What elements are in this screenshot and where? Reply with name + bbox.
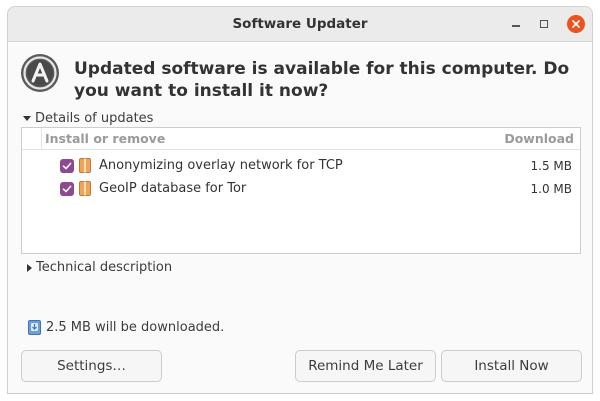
- details-expander[interactable]: Details of updates: [23, 111, 153, 126]
- minimize-button[interactable]: [506, 14, 526, 34]
- checkmark-icon: [62, 185, 72, 193]
- maximize-button[interactable]: [534, 14, 554, 34]
- list-item[interactable]: GeoIP database for Tor 1.0 MB: [22, 179, 580, 201]
- software-updater-window: Software Updater Updated software is ava…: [7, 6, 593, 394]
- install-now-button[interactable]: Install Now: [441, 350, 582, 382]
- title-bar[interactable]: Software Updater: [8, 7, 592, 42]
- technical-description-expander[interactable]: Technical description: [25, 260, 172, 275]
- minimize-icon: [512, 25, 520, 27]
- updates-list[interactable]: Install or remove Download Anonymizing o…: [21, 127, 581, 254]
- install-checkbox[interactable]: [60, 182, 74, 196]
- maximize-icon: [540, 20, 548, 28]
- download-icon: [28, 320, 41, 335]
- package-size: 1.0 MB: [530, 182, 572, 196]
- list-header: Install or remove Download: [22, 128, 580, 150]
- remind-me-later-button[interactable]: Remind Me Later: [295, 350, 436, 382]
- package-size: 1.5 MB: [530, 159, 572, 173]
- details-expander-label: Details of updates: [35, 111, 154, 126]
- column-header-download[interactable]: Download: [504, 131, 574, 146]
- package-icon: [79, 158, 91, 173]
- download-summary: 2.5 MB will be downloaded.: [46, 320, 225, 335]
- technical-description-label: Technical description: [36, 260, 173, 275]
- column-separator: [41, 128, 42, 150]
- update-message: Updated software is available for this c…: [74, 59, 570, 101]
- close-icon: [567, 15, 585, 33]
- settings-button[interactable]: Settings…: [21, 350, 162, 382]
- close-button[interactable]: [566, 14, 586, 34]
- checkmark-icon: [62, 162, 72, 170]
- list-item[interactable]: Anonymizing overlay network for TCP 1.5 …: [22, 156, 580, 178]
- package-name: GeoIP database for Tor: [99, 181, 247, 196]
- software-updater-icon: [21, 54, 59, 92]
- package-name: Anonymizing overlay network for TCP: [99, 158, 343, 173]
- collapsed-triangle-icon: [27, 263, 32, 272]
- column-header-install[interactable]: Install or remove: [45, 131, 165, 146]
- package-icon: [79, 181, 91, 196]
- expanded-triangle-icon: [23, 116, 31, 121]
- install-checkbox[interactable]: [60, 159, 74, 173]
- window-title: Software Updater: [232, 16, 368, 32]
